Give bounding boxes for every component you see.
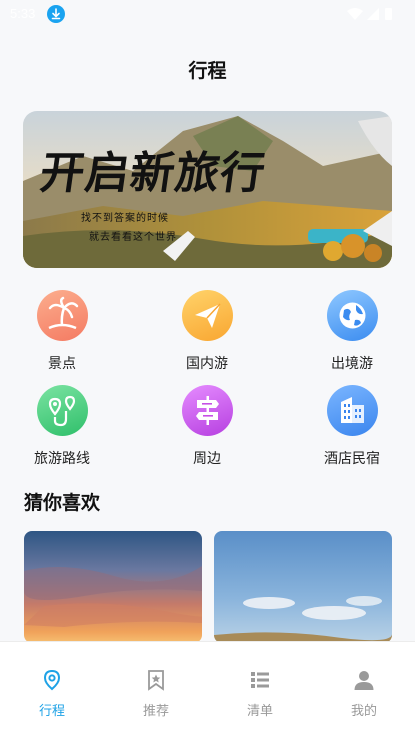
sunset-photo bbox=[24, 531, 202, 643]
category-outbound-travel[interactable]: 出境游 bbox=[302, 290, 402, 380]
battery-icon bbox=[385, 8, 392, 20]
signpost-icon bbox=[182, 385, 233, 436]
category-scenic-spots[interactable]: 景点 bbox=[12, 290, 112, 380]
status-indicators bbox=[345, 6, 405, 22]
category-nearby[interactable]: 周边 bbox=[157, 385, 257, 475]
download-icon bbox=[47, 5, 65, 23]
location-pin-icon bbox=[40, 668, 64, 692]
page-title: 行程 bbox=[188, 60, 227, 82]
tab-label: 我的 bbox=[350, 704, 377, 719]
tab-itinerary[interactable]: 行程 bbox=[0, 642, 104, 738]
bookmark-star-icon bbox=[144, 668, 168, 692]
tab-mine[interactable]: 我的 bbox=[312, 642, 415, 738]
palm-island-icon bbox=[37, 290, 88, 341]
signal-icon bbox=[367, 8, 379, 20]
list-icon bbox=[248, 668, 272, 692]
category-label: 国内游 bbox=[186, 356, 228, 372]
category-label: 出境游 bbox=[331, 356, 373, 372]
banner-title: 开启新旅行 bbox=[36, 148, 269, 199]
user-icon bbox=[352, 668, 376, 692]
banner-subtitle-line2: 就去看看这个世界 bbox=[89, 232, 177, 243]
paper-plane-icon bbox=[182, 290, 233, 341]
category-travel-routes[interactable]: 旅游路线 bbox=[12, 385, 112, 475]
tab-recommend[interactable]: 推荐 bbox=[104, 642, 208, 738]
bottom-tab-bar: 行程 推荐 清单 我的 bbox=[0, 641, 415, 738]
category-domestic-travel[interactable]: 国内游 bbox=[157, 290, 257, 380]
wifi-icon bbox=[347, 8, 363, 20]
globe-icon bbox=[327, 290, 378, 341]
status-bar: 5:33 bbox=[0, 0, 415, 28]
route-pin-icon bbox=[37, 385, 88, 436]
category-label: 旅游路线 bbox=[34, 451, 90, 467]
tab-list[interactable]: 清单 bbox=[208, 642, 312, 738]
category-label: 景点 bbox=[48, 356, 76, 372]
status-time: 5:33 bbox=[10, 6, 36, 21]
section-title: 猜你喜欢 bbox=[24, 492, 101, 514]
tab-label: 推荐 bbox=[142, 704, 169, 719]
tab-label: 清单 bbox=[246, 704, 273, 719]
category-label: 周边 bbox=[193, 451, 221, 467]
recommend-card[interactable] bbox=[24, 531, 202, 643]
tab-label: 行程 bbox=[38, 704, 65, 719]
banner-subtitle-line1: 找不到答案的时候 bbox=[81, 213, 169, 224]
recommend-card[interactable] bbox=[214, 531, 392, 643]
hero-banner[interactable]: 开启新旅行 找不到答案的时候 就去看看这个世界 bbox=[23, 111, 392, 268]
category-label: 酒店民宿 bbox=[324, 451, 380, 467]
sky-clouds-photo bbox=[214, 531, 392, 643]
hotel-building-icon bbox=[327, 385, 378, 436]
category-hotels[interactable]: 酒店民宿 bbox=[302, 385, 402, 475]
